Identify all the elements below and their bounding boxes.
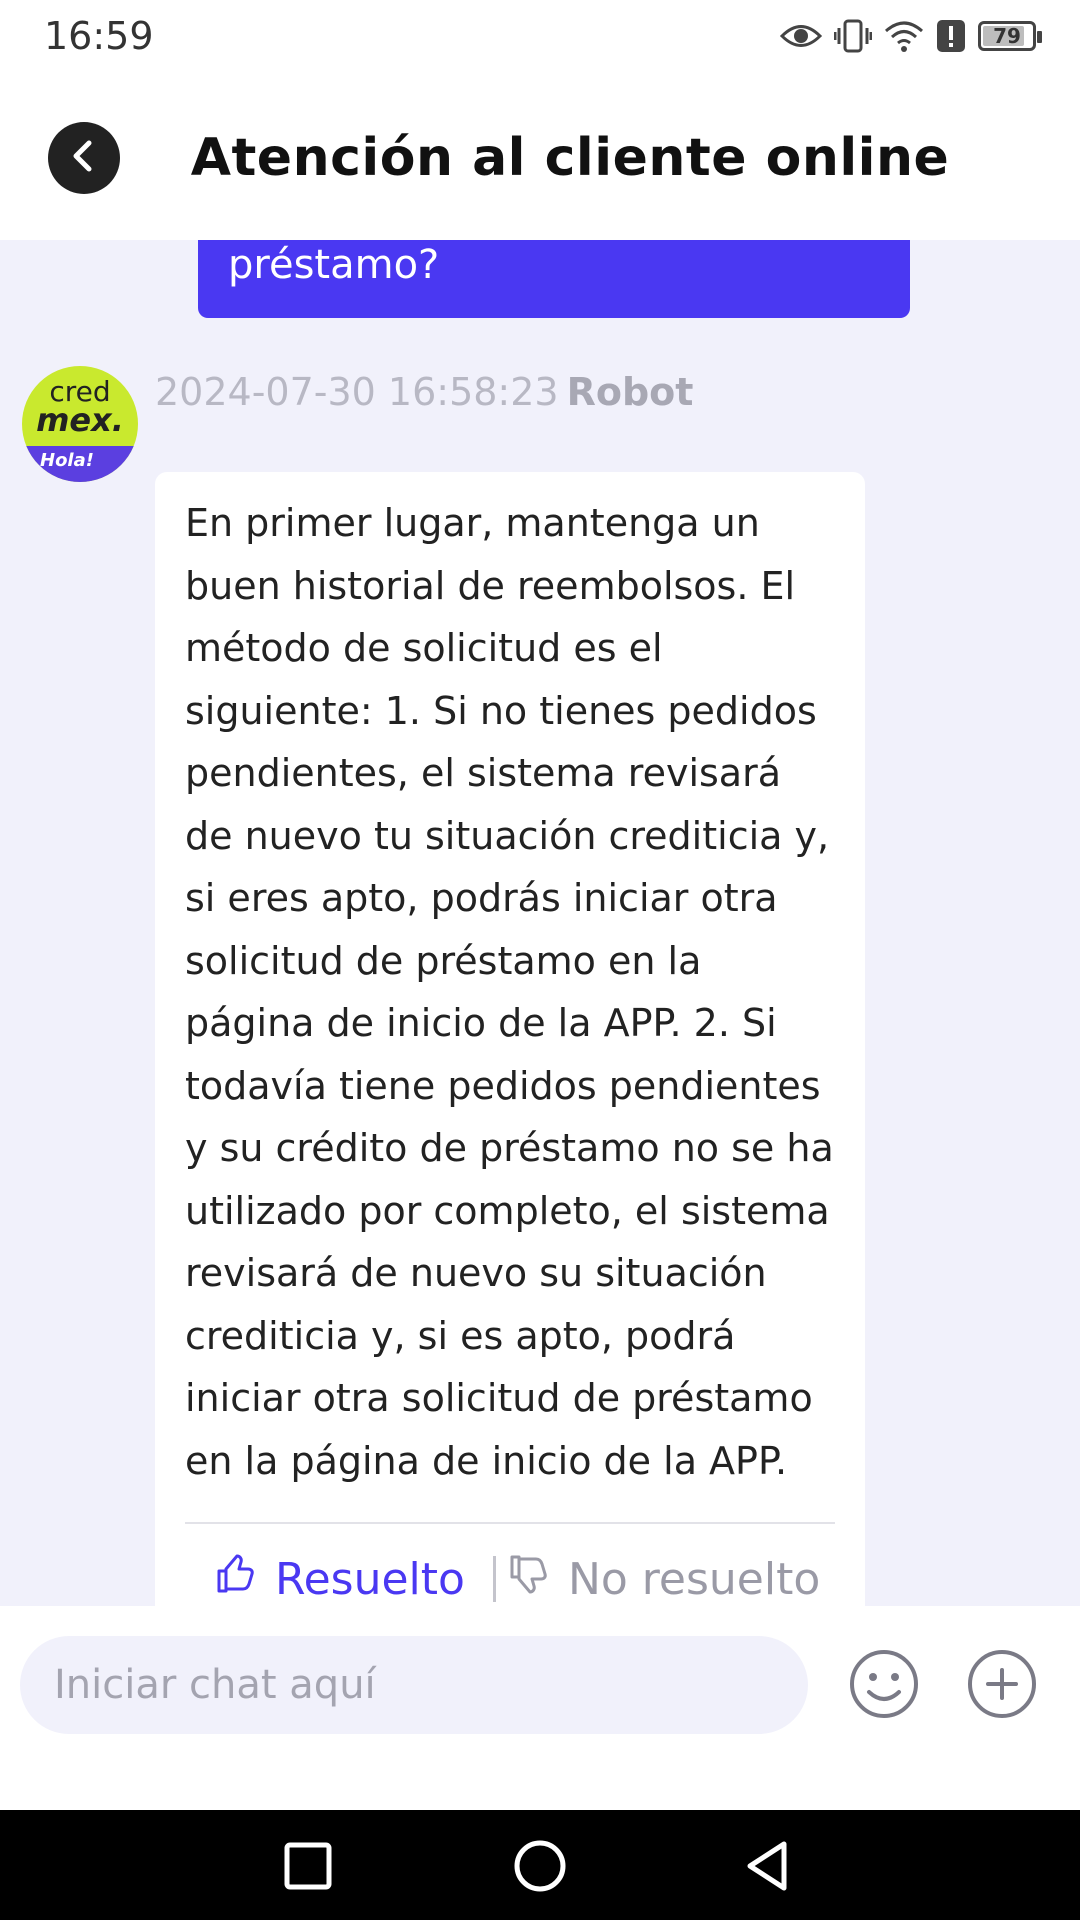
battery-level: 79: [993, 24, 1021, 48]
eye-icon: [780, 21, 822, 51]
home-button[interactable]: [512, 1838, 568, 1894]
feedback-divider: [492, 1556, 496, 1602]
status-icons: 79: [780, 16, 1042, 56]
plus-icon: [966, 1650, 1038, 1724]
bot-avatar: cred mex. Hola!: [22, 366, 138, 482]
square-icon: [280, 1842, 336, 1898]
avatar-tag: Hola!: [22, 446, 138, 482]
avatar-logo: cred mex.: [22, 366, 138, 446]
header: Atención al cliente online: [0, 76, 1080, 240]
add-attachment-button[interactable]: [966, 1648, 1038, 1720]
status-bar: 16:59 79: [0, 0, 1080, 76]
message-meta: 2024-07-30 16:58:23 Robot: [155, 370, 693, 414]
resolved-button[interactable]: Resuelto: [215, 1554, 465, 1605]
vibrate-icon: [834, 19, 872, 53]
alert-icon: [936, 19, 966, 53]
message-sender: Robot: [566, 370, 694, 414]
user-message-text: préstamo?: [228, 242, 440, 288]
avatar-logo-line2: mex.: [36, 401, 124, 439]
thumbs-down-icon: [508, 1554, 548, 1605]
user-message-bubble: préstamo?: [198, 240, 910, 318]
unresolved-button[interactable]: No resuelto: [508, 1554, 820, 1605]
status-time: 16:59: [44, 14, 154, 58]
feedback-bar: Resuelto No resuelto: [185, 1522, 835, 1606]
input-bar: [0, 1606, 1080, 1810]
system-nav-bar: [0, 1810, 1080, 1920]
message-timestamp: 2024-07-30 16:58:23: [155, 370, 559, 414]
resolved-label: Resuelto: [275, 1553, 465, 1605]
chat-area[interactable]: préstamo? cred mex. Hola! 2024-07-30 16:…: [0, 240, 1080, 1606]
thumbs-up-icon: [215, 1554, 255, 1605]
bot-message-text: En primer lugar, mantenga un buen histor…: [185, 501, 834, 1483]
wifi-icon: [884, 19, 924, 53]
emoji-icon: [848, 1650, 920, 1724]
system-back-button[interactable]: [740, 1838, 796, 1894]
unresolved-label: No resuelto: [567, 1553, 821, 1605]
recents-button[interactable]: [280, 1838, 336, 1894]
battery-icon: 79: [978, 21, 1042, 51]
emoji-button[interactable]: [848, 1648, 920, 1720]
bot-message-bubble: En primer lugar, mantenga un buen histor…: [155, 472, 865, 1606]
chat-input[interactable]: [20, 1636, 808, 1734]
circle-icon: [512, 1840, 568, 1898]
page-title: Atención al cliente online: [190, 128, 950, 188]
triangle-back-icon: [740, 1841, 796, 1898]
